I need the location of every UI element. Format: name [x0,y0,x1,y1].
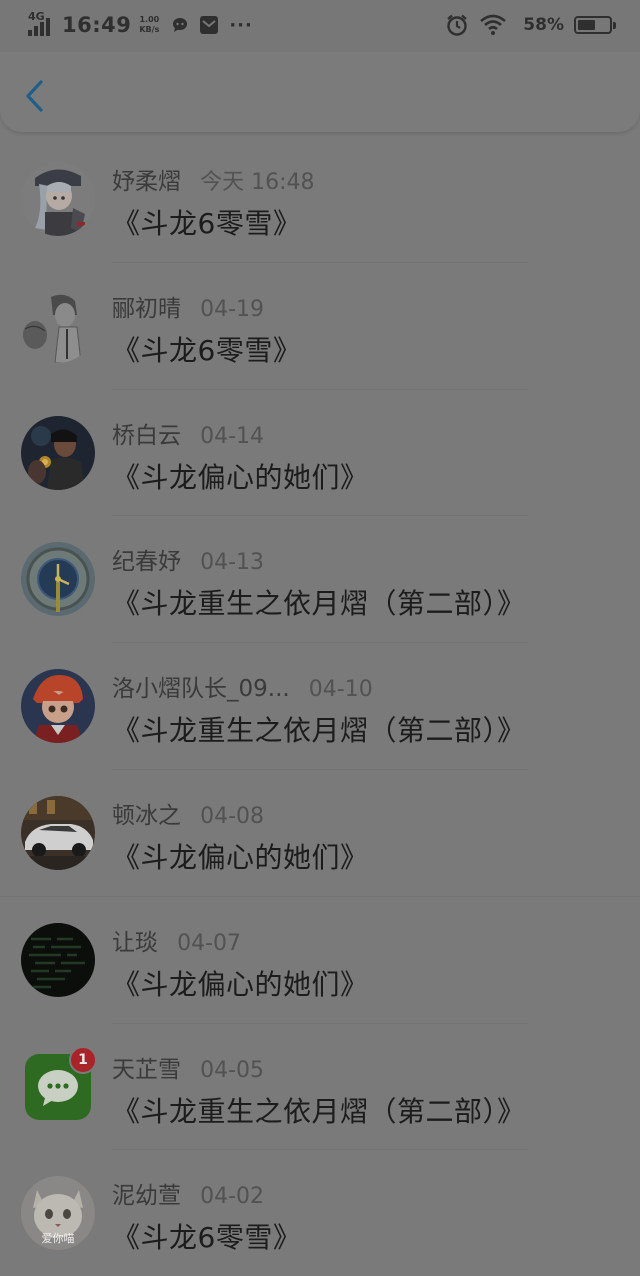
red-hair-boy-avatar [21,669,95,744]
item-meta: 桥白云 04-14 [112,416,264,450]
item-meta: 泥幼萱 04-02 [112,1176,264,1210]
sender-name: 天芷雪 [112,1056,181,1083]
list-item[interactable]: 郦初晴 04-19 《斗龙6零雪》 [0,263,640,390]
list-item[interactable]: 顿冰之 04-08 《斗龙偏心的她们》 [0,770,640,897]
wechat-app-avatar: 1 [25,1045,97,1120]
item-date: 04-08 [200,803,265,829]
couple-photo-avatar [21,415,95,490]
list-item[interactable]: 让琰 04-07 《斗龙偏心的她们》 [0,897,640,1024]
message-list: 妤柔熠 今天 16:48 《斗龙6零雪》 郦初晴 04-19 《斗龙6零雪》 桥… [0,136,640,1276]
screen: 4G 16:49 1.00 KB/s ··· 58% 妤柔熠 今天 16:48 … [0,0,640,1276]
dark-code-avatar [21,922,95,997]
battery-icon [574,16,616,34]
list-item[interactable]: 1 天芷雪 04-05 《斗龙重生之依月熠（第二部）》 [0,1024,640,1151]
book-title: 《斗龙重生之依月熠（第二部）》 [112,587,526,621]
unread-badge: 1 [69,1045,97,1074]
network-speed-unit: KB/s [139,25,160,34]
list-item[interactable]: 桥白云 04-14 《斗龙偏心的她们》 [0,390,640,517]
sender-name: 泥幼萱 [112,1183,181,1210]
sender-name: 让琰 [112,929,158,956]
sender-name: 桥白云 [112,422,181,449]
anime-girl-avatar [21,162,95,236]
status-bar: 4G 16:49 1.00 KB/s ··· 58% [0,0,640,52]
network-speed-value: 1.00 [139,15,160,24]
book-title: 《斗龙重生之依月熠（第二部）》 [112,1094,526,1128]
book-title: 《斗龙偏心的她们》 [112,967,369,1001]
item-date: 04-02 [200,1184,265,1210]
avatar-caption: 爱你喵 [42,1232,75,1245]
network-speed: 1.00 KB/s [139,15,159,35]
back-button[interactable] [20,78,50,114]
chevron-left-icon [26,80,43,112]
sender-name: 妤柔熠 [112,169,181,195]
item-date: 04-14 [200,423,265,449]
more-dots-icon: ··· [229,14,253,36]
list-item[interactable]: 爱你喵 泥幼萱 04-02 《斗龙6零雪》 [0,1150,640,1276]
book-title: 《斗龙重生之依月熠（第二部）》 [112,714,526,748]
book-title: 《斗龙6零雪》 [112,207,302,240]
mail-notification-icon [199,15,219,35]
wifi-icon [479,14,507,36]
list-item[interactable]: 洛小熠队长_09... 04-10 《斗龙重生之依月熠（第二部）》 [0,643,640,770]
sender-name: 洛小熠队长_09... [112,676,290,703]
item-date: 04-19 [200,296,265,322]
item-date: 04-05 [200,1057,265,1083]
chat-notification-icon [171,16,189,34]
clock-tower-avatar [21,542,95,617]
sketch-boy-avatar [21,288,95,363]
book-title: 《斗龙偏心的她们》 [112,460,369,494]
alarm-icon [445,13,469,37]
item-date: 04-10 [308,677,373,703]
item-date: 04-07 [177,930,242,956]
navigation-bar [0,52,640,132]
book-title: 《斗龙6零雪》 [112,333,302,367]
book-title: 《斗龙偏心的她们》 [112,840,369,874]
item-meta: 让琰 04-07 [112,923,241,957]
item-meta: 纪春妤 04-13 [112,542,264,576]
sender-name: 纪春妤 [112,549,181,576]
list-item[interactable]: 妤柔熠 今天 16:48 《斗龙6零雪》 [0,136,640,263]
item-meta: 顿冰之 04-08 [112,796,264,830]
item-date: 今天 16:48 [200,170,315,195]
battery-percent: 58% [523,15,564,35]
cat-photo-avatar: 爱你喵 [21,1176,95,1251]
battery-fill [578,20,595,30]
sender-name: 郦初晴 [112,295,181,322]
item-meta: 妤柔熠 今天 16:48 [112,162,315,196]
sender-name: 顿冰之 [112,802,181,829]
item-meta: 天芷雪 04-05 [112,1050,264,1084]
item-meta: 郦初晴 04-19 [112,289,264,323]
item-date: 04-13 [200,550,265,576]
sports-car-avatar [21,795,95,870]
signal-icon: 4G [28,10,56,38]
clock-time: 16:49 [62,13,132,37]
list-item[interactable]: 纪春妤 04-13 《斗龙重生之依月熠（第二部）》 [0,516,640,644]
item-meta: 洛小熠队长_09... 04-10 [112,669,373,703]
book-title: 《斗龙6零雪》 [112,1221,302,1255]
